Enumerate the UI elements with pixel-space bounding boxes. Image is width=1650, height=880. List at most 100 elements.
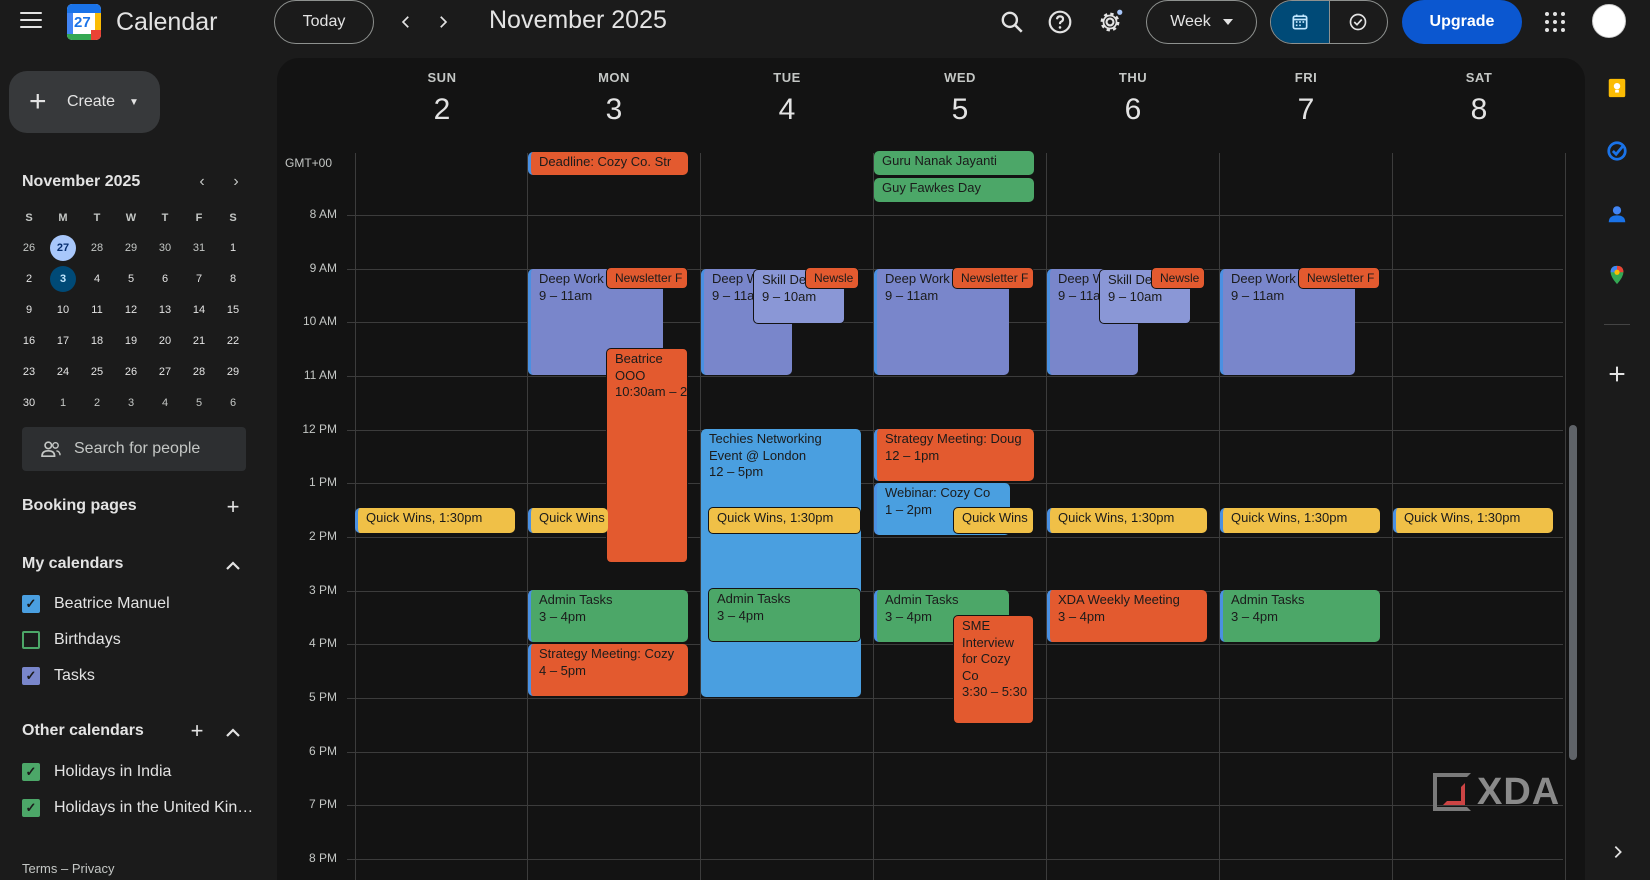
contacts-icon[interactable] — [1606, 203, 1628, 225]
checkbox-checked[interactable]: ✓ — [22, 667, 40, 685]
mini-day-selected[interactable]: 3 — [46, 263, 80, 294]
other-calendars-title[interactable]: Other calendars — [22, 722, 144, 740]
calendar-view-button[interactable] — [1271, 1, 1330, 43]
mini-day[interactable]: 6 — [216, 387, 250, 418]
mini-day[interactable]: 6 — [148, 263, 182, 294]
day-header-tue[interactable]: TUE 4 — [701, 70, 873, 127]
event-quick-wins[interactable]: Quick Wins, 1:30pm — [1047, 508, 1207, 533]
event-sme-interview[interactable]: SME Interview for Cozy Co 3:30 – 5:30 — [953, 615, 1034, 724]
mini-day[interactable]: 4 — [148, 387, 182, 418]
mini-day[interactable]: 5 — [114, 263, 148, 294]
settings-gear-icon[interactable] — [1097, 9, 1123, 35]
checkbox-unchecked[interactable] — [22, 631, 40, 649]
mini-day[interactable]: 1 — [46, 387, 80, 418]
add-booking-page-icon[interactable]: + — [221, 496, 245, 518]
event-strategy-meeting-doug[interactable]: Strategy Meeting: Doug 12 – 1pm — [874, 429, 1034, 481]
mini-day[interactable]: 28 — [80, 232, 114, 263]
tasks-view-button[interactable] — [1330, 1, 1388, 43]
event-admin-tasks[interactable]: Admin Tasks 3 – 4pm — [528, 590, 688, 642]
mini-day[interactable]: 16 — [12, 325, 46, 356]
app-title[interactable]: Calendar — [116, 8, 217, 37]
mini-day[interactable]: 25 — [80, 356, 114, 387]
add-addon-plus-icon[interactable] — [1606, 363, 1628, 385]
day-header-wed[interactable]: WED 5 — [874, 70, 1046, 127]
event-newsletter[interactable]: Newsletter F — [606, 267, 688, 289]
calendar-toggle-birthdays[interactable]: Birthdays — [22, 628, 121, 652]
mini-day[interactable]: 26 — [12, 232, 46, 263]
mini-day[interactable]: 1 — [216, 232, 250, 263]
mini-prev-month-button[interactable]: ‹ — [192, 173, 212, 191]
mini-day[interactable]: 31 — [182, 232, 216, 263]
checkbox-checked[interactable]: ✓ — [22, 763, 40, 781]
event-beatrice-ooo[interactable]: Beatrice OOO 10:30am – 2 — [606, 348, 688, 563]
calendar-toggle-holidays-india[interactable]: ✓ Holidays in India — [22, 760, 171, 784]
mini-day[interactable]: 30 — [12, 387, 46, 418]
event-newsletter[interactable]: Newsletter F — [1298, 267, 1380, 289]
mini-day[interactable]: 28 — [182, 356, 216, 387]
event-newsletter[interactable]: Newsle — [1151, 267, 1205, 289]
search-people-field[interactable]: Search for people — [22, 427, 246, 471]
checkbox-checked[interactable]: ✓ — [22, 595, 40, 613]
event-newsletter[interactable]: Newsletter F — [952, 267, 1034, 289]
event-admin-tasks[interactable]: Admin Tasks 3 – 4pm — [708, 588, 861, 642]
calendar-toggle-beatrice[interactable]: ✓ Beatrice Manuel — [22, 592, 170, 616]
view-selector-dropdown[interactable]: Week — [1146, 0, 1257, 44]
mini-day-today[interactable]: 27 — [46, 232, 80, 263]
mini-day[interactable]: 26 — [114, 356, 148, 387]
maps-pin-icon[interactable] — [1606, 264, 1628, 286]
search-icon[interactable] — [999, 9, 1025, 35]
event-strategy-meeting-cozy[interactable]: Strategy Meeting: Cozy 4 – 5pm — [528, 644, 688, 696]
google-apps-icon[interactable] — [1545, 12, 1565, 32]
event-quick-wins[interactable]: Quick Wins, 1:30pm — [1220, 508, 1380, 533]
create-button[interactable]: + Create ▼ — [9, 71, 160, 133]
my-calendars-title[interactable]: My calendars — [22, 555, 123, 573]
day-header-sun[interactable]: SUN 2 — [356, 70, 528, 127]
event-quick-wins[interactable]: Quick Wins — [953, 507, 1034, 534]
mini-day[interactable]: 10 — [46, 294, 80, 325]
event-techies-networking[interactable]: Techies Networking Event @ London 12 – 5p… — [701, 429, 861, 697]
mini-day[interactable]: 7 — [182, 263, 216, 294]
collapse-other-calendars-icon[interactable] — [221, 720, 245, 742]
upgrade-button[interactable]: Upgrade — [1402, 0, 1522, 44]
mini-day[interactable]: 29 — [216, 356, 250, 387]
terms-privacy-links[interactable]: Terms – Privacy — [22, 861, 114, 876]
event-quick-wins[interactable]: Quick Wins — [528, 508, 608, 533]
checkbox-checked[interactable]: ✓ — [22, 799, 40, 817]
mini-day[interactable]: 21 — [182, 325, 216, 356]
expand-side-panel-chevron-icon[interactable] — [1610, 844, 1626, 860]
event-quick-wins[interactable]: Quick Wins, 1:30pm — [1393, 508, 1553, 533]
calendar-toggle-tasks[interactable]: ✓ Tasks — [22, 664, 95, 688]
day-header-fri[interactable]: FRI 7 — [1220, 70, 1392, 127]
mini-day[interactable]: 11 — [80, 294, 114, 325]
mini-day[interactable]: 23 — [12, 356, 46, 387]
mini-day[interactable]: 14 — [182, 294, 216, 325]
mini-day[interactable]: 15 — [216, 294, 250, 325]
add-other-calendar-icon[interactable]: + — [185, 720, 209, 742]
mini-day[interactable]: 2 — [12, 263, 46, 294]
mini-day[interactable]: 9 — [12, 294, 46, 325]
mini-day[interactable]: 22 — [216, 325, 250, 356]
mini-day[interactable]: 3 — [114, 387, 148, 418]
event-quick-wins[interactable]: Quick Wins, 1:30pm — [355, 508, 515, 533]
day-header-thu[interactable]: THU 6 — [1047, 70, 1219, 127]
mini-day[interactable]: 19 — [114, 325, 148, 356]
account-avatar[interactable] — [1592, 4, 1626, 38]
mini-day[interactable]: 30 — [148, 232, 182, 263]
mini-next-month-button[interactable]: › — [226, 173, 246, 191]
mini-day[interactable]: 17 — [46, 325, 80, 356]
prev-week-button[interactable] — [394, 10, 418, 34]
mini-day[interactable]: 8 — [216, 263, 250, 294]
event-deadline[interactable]: Deadline: Cozy Co. Str — [528, 152, 688, 175]
next-week-button[interactable] — [431, 10, 455, 34]
collapse-my-calendars-icon[interactable] — [221, 553, 245, 575]
mini-day[interactable]: 20 — [148, 325, 182, 356]
event-quick-wins[interactable]: Quick Wins, 1:30pm — [708, 507, 861, 534]
event-admin-tasks[interactable]: Admin Tasks 3 – 4pm — [1220, 590, 1380, 642]
mini-day[interactable]: 12 — [114, 294, 148, 325]
main-menu-icon[interactable] — [20, 12, 42, 30]
day-header-mon[interactable]: MON 3 — [528, 70, 700, 127]
keep-notes-icon[interactable] — [1606, 77, 1628, 99]
mini-day[interactable]: 5 — [182, 387, 216, 418]
event-newsletter[interactable]: Newsle — [805, 267, 859, 289]
mini-day[interactable]: 29 — [114, 232, 148, 263]
